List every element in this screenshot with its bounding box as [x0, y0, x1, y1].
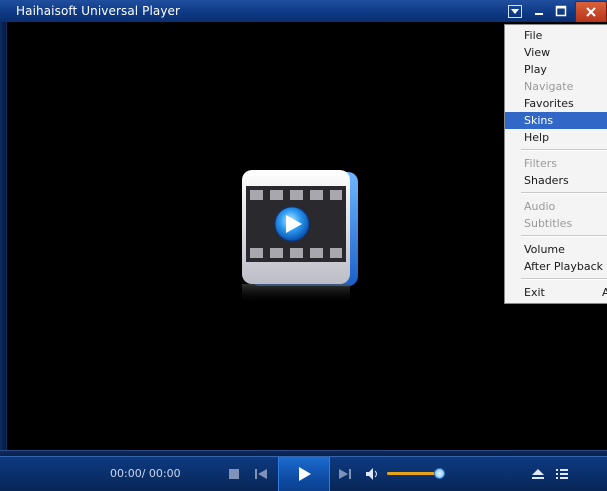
eject-button[interactable]: [530, 466, 546, 482]
context-menu: File View Play Navigate Favorites Skins …: [504, 24, 607, 304]
next-icon: [339, 469, 351, 479]
play-button[interactable]: [278, 457, 330, 491]
play-icon: [299, 467, 311, 481]
menu-item-play[interactable]: Play: [505, 61, 607, 78]
stop-button[interactable]: [226, 466, 242, 482]
menu-separator: [521, 192, 607, 194]
maximize-icon: [555, 5, 567, 17]
previous-button[interactable]: [252, 466, 270, 482]
minimize-button[interactable]: [530, 3, 548, 19]
minimize-icon: [535, 13, 543, 15]
menu-item-exit[interactable]: Exit A: [505, 284, 607, 301]
menu-item-navigate: Navigate: [524, 80, 574, 93]
window-title: Haihaisoft Universal Player: [16, 4, 181, 18]
menu-item-audio: Audio: [524, 200, 556, 213]
menu-item-shaders[interactable]: Shaders: [505, 172, 607, 189]
next-button[interactable]: [336, 466, 354, 482]
menu-separator: [521, 235, 607, 237]
eject-icon: [532, 469, 544, 479]
menu-item-help[interactable]: Help: [505, 129, 607, 146]
close-icon: [586, 7, 596, 17]
dropdown-icon: [508, 4, 522, 18]
control-bar: 00:00/ 00:00: [0, 456, 607, 491]
mute-button[interactable]: [364, 466, 382, 482]
playlist-button[interactable]: [554, 466, 570, 482]
menu-item-favorites[interactable]: Favorites: [505, 95, 607, 112]
speaker-icon: [366, 468, 377, 480]
previous-icon: [255, 469, 267, 479]
menu-item-file[interactable]: File: [505, 27, 607, 44]
close-button[interactable]: [575, 1, 607, 23]
menu-dropdown-button[interactable]: [506, 3, 524, 19]
title-bar[interactable]: Haihaisoft Universal Player: [0, 0, 607, 23]
time-display: 00:00/ 00:00: [110, 467, 181, 480]
player-logo: [236, 166, 364, 306]
stop-icon: [229, 469, 239, 479]
menu-item-skins[interactable]: Skins: [505, 112, 607, 129]
menu-separator: [521, 278, 607, 280]
menu-item-subtitles: Subtitles: [524, 217, 573, 230]
maximize-button[interactable]: [552, 3, 570, 19]
menu-item-after-playback[interactable]: After Playback: [505, 258, 607, 275]
menu-item-filters: Filters: [524, 157, 557, 170]
volume-slider-handle[interactable]: [434, 468, 445, 479]
volume-slider[interactable]: [387, 472, 439, 475]
menu-separator: [521, 149, 607, 151]
menu-item-volume[interactable]: Volume: [505, 241, 607, 258]
playlist-icon: [556, 469, 568, 479]
menu-item-accelerator: A: [602, 286, 607, 299]
player-window: Haihaisoft Universal Player 00:00/ 00:00…: [0, 0, 607, 491]
menu-item-view[interactable]: View: [505, 44, 607, 61]
